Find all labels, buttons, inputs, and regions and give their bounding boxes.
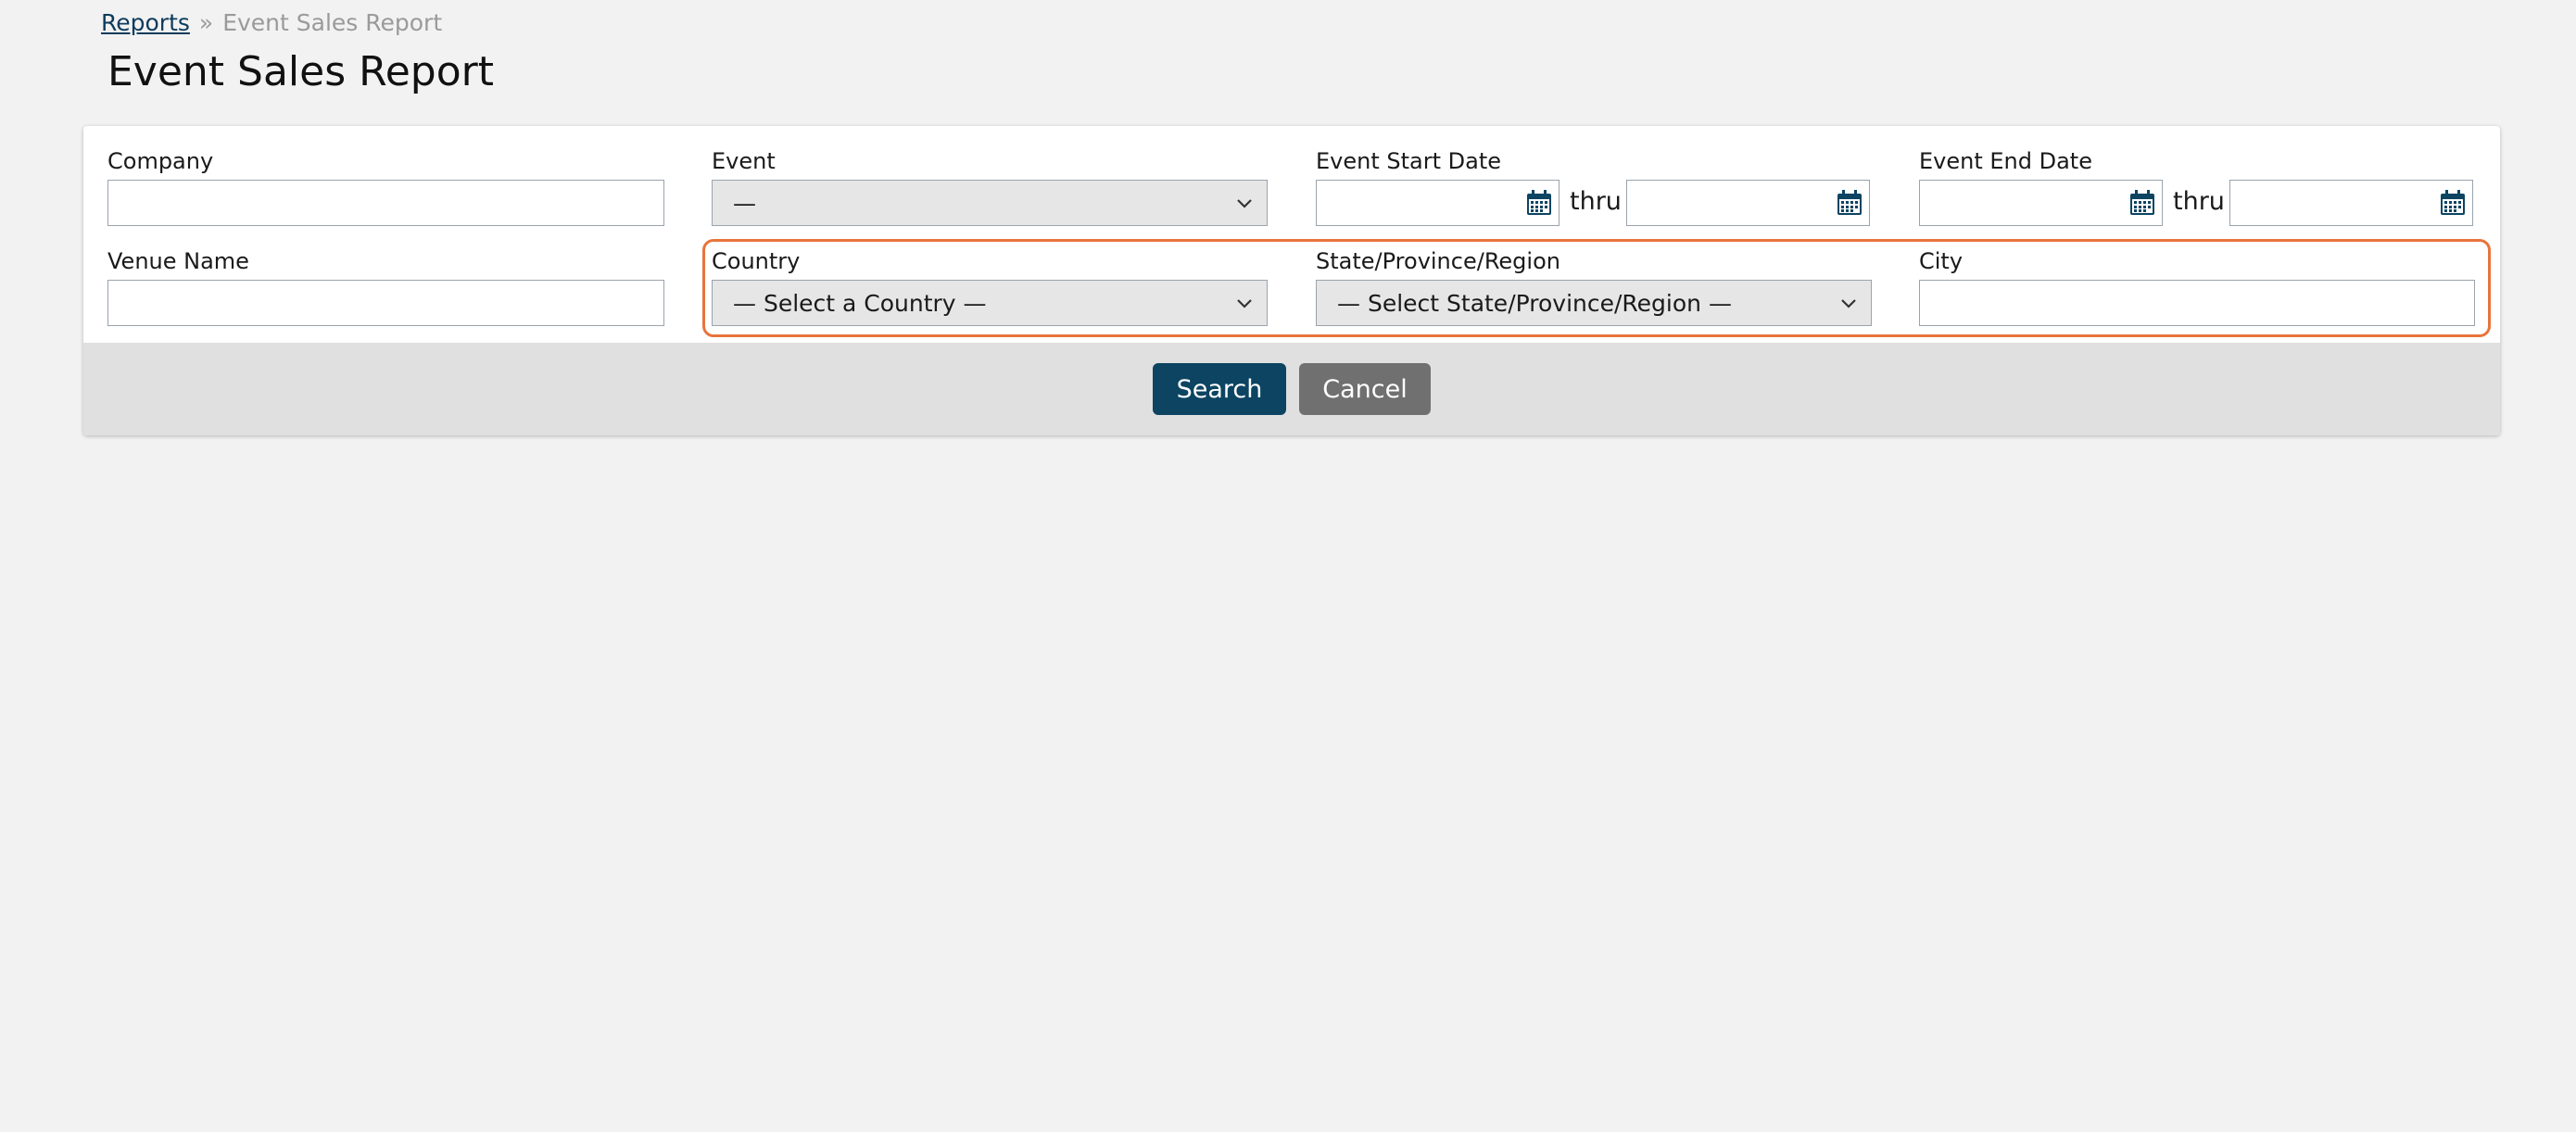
country-select-value: — Select a Country — (733, 289, 987, 317)
venue-name-input[interactable] (107, 280, 664, 326)
country-select[interactable]: — Select a Country — (712, 280, 1268, 326)
event-select[interactable]: — (712, 180, 1268, 226)
calendar-icon[interactable] (2128, 189, 2156, 217)
city-input[interactable] (1919, 280, 2475, 326)
state-label: State/Province/Region (1316, 248, 1560, 274)
event-end-date-to-input[interactable] (2229, 180, 2473, 226)
event-start-date-label: Event Start Date (1316, 148, 1502, 174)
event-select-value: — (733, 189, 756, 217)
page-title: Event Sales Report (107, 48, 494, 95)
company-input[interactable] (107, 180, 664, 226)
country-label: Country (712, 248, 801, 274)
calendar-icon[interactable] (1525, 189, 1553, 217)
event-start-date-to-input[interactable] (1626, 180, 1870, 226)
calendar-icon[interactable] (1836, 189, 1863, 217)
company-label: Company (107, 148, 214, 174)
cancel-button[interactable]: Cancel (1299, 363, 1431, 415)
search-panel: Company Event — Event Start Date thru Ev… (83, 126, 2500, 435)
breadcrumb-separator: » (198, 9, 214, 36)
state-select[interactable]: — Select State/Province/Region — (1316, 280, 1872, 326)
chevron-down-icon (1237, 299, 1252, 308)
chevron-down-icon (1841, 299, 1856, 308)
breadcrumb-link-reports[interactable]: Reports (101, 9, 190, 36)
search-button[interactable]: Search (1153, 363, 1286, 415)
form-actions-bar: Search Cancel (83, 343, 2500, 435)
breadcrumb: Reports » Event Sales Report (101, 9, 442, 36)
chevron-down-icon (1237, 199, 1252, 208)
state-select-value: — Select State/Province/Region — (1337, 289, 1732, 317)
event-start-date-from-input[interactable] (1316, 180, 1559, 226)
event-label: Event (712, 148, 776, 174)
event-end-date-from-input[interactable] (1919, 180, 2163, 226)
breadcrumb-current: Event Sales Report (222, 9, 443, 36)
event-end-thru-label: thru (2173, 187, 2225, 216)
calendar-icon[interactable] (2439, 189, 2467, 217)
event-start-thru-label: thru (1570, 187, 1622, 216)
event-end-date-label: Event End Date (1919, 148, 2092, 174)
city-label: City (1919, 248, 1964, 274)
venue-name-label: Venue Name (107, 248, 249, 274)
